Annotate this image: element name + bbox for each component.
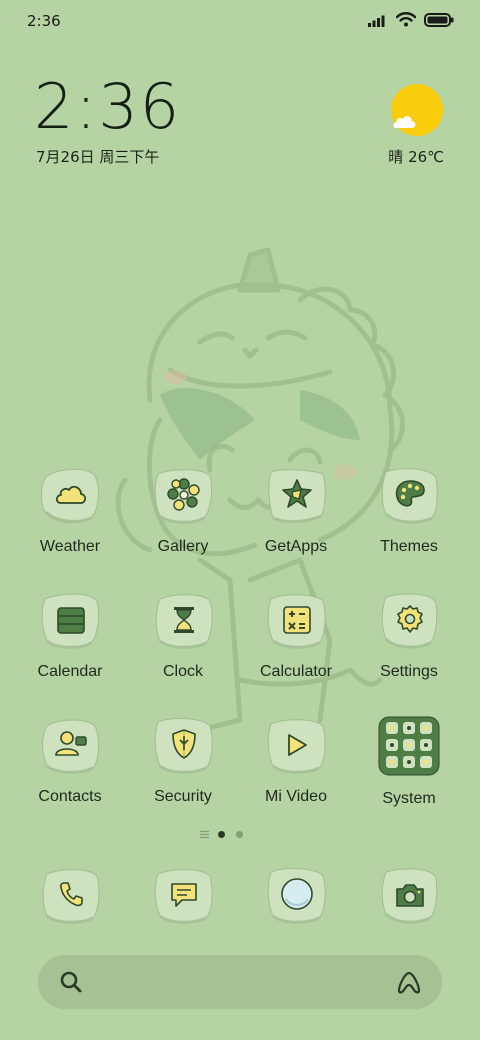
app-getapps[interactable]: GetApps: [241, 466, 351, 556]
app-folder-system[interactable]: System: [354, 716, 464, 808]
page-indicator[interactable]: [0, 829, 480, 841]
dock-messages[interactable]: [128, 866, 238, 924]
app-weather[interactable]: Weather: [15, 466, 125, 556]
app-settings[interactable]: Settings: [354, 591, 464, 681]
calculator-icon: [283, 606, 311, 634]
app-label: Calendar: [37, 663, 103, 680]
page-list-icon: [200, 830, 209, 839]
clock-widget-date[interactable]: 7月26日 周三下午: [36, 146, 159, 167]
browser-icon: [281, 878, 313, 910]
clock-widget-time[interactable]: 2:36: [34, 76, 181, 138]
palette-icon: [395, 480, 425, 507]
app-themes[interactable]: Themes: [354, 466, 464, 556]
flower-icon: [167, 478, 200, 511]
app-contacts[interactable]: Contacts: [15, 716, 125, 806]
status-bar: 2:36: [0, 0, 480, 42]
search-bar[interactable]: [38, 955, 442, 1009]
gear-icon: [397, 605, 423, 633]
camera-icon: [396, 884, 424, 907]
app-label: Mi Video: [265, 788, 327, 805]
app-label: Gallery: [157, 538, 209, 555]
weather-temperature[interactable]: 晴 26℃: [388, 146, 444, 167]
app-label: Clock: [162, 663, 203, 680]
app-label: GetApps: [264, 538, 328, 555]
app-security[interactable]: Security: [128, 716, 238, 806]
app-label: Calculator: [259, 663, 333, 680]
page-dot-active: [218, 831, 225, 838]
assistant-icon[interactable]: [396, 970, 422, 994]
page-dot: [236, 831, 243, 838]
search-icon: [60, 971, 82, 993]
shield-icon: [172, 729, 196, 759]
contact-card-icon: [55, 731, 87, 756]
folder-grid-icon: [378, 716, 440, 776]
dock-phone[interactable]: [15, 866, 125, 924]
app-label: Security: [154, 788, 212, 805]
calendar-icon: [57, 607, 85, 634]
app-clock[interactable]: Clock: [128, 591, 238, 681]
wifi-icon: [396, 12, 416, 27]
app-label: System: [382, 790, 436, 807]
dock-browser[interactable]: [241, 866, 351, 924]
small-cloud-icon: [393, 116, 416, 128]
battery-icon: [424, 12, 454, 27]
phone-icon: [59, 882, 83, 907]
app-label: Themes: [380, 538, 438, 555]
app-label: Weather: [39, 538, 101, 555]
cloud-icon: [55, 485, 87, 504]
hourglass-icon: [174, 607, 194, 633]
status-time: 2:36: [27, 12, 61, 30]
weather-widget[interactable]: [391, 84, 446, 138]
status-icons: [368, 12, 454, 27]
getapps-icon: [282, 479, 312, 508]
app-gallery[interactable]: Gallery: [128, 466, 238, 556]
play-icon: [288, 734, 307, 756]
dock-camera[interactable]: [354, 866, 464, 924]
app-label: Settings: [380, 663, 438, 680]
message-icon: [171, 883, 197, 907]
app-mi-video[interactable]: Mi Video: [241, 716, 351, 806]
app-calendar[interactable]: Calendar: [15, 591, 125, 681]
app-calculator[interactable]: Calculator: [241, 591, 351, 681]
signal-icon: [368, 15, 385, 27]
app-label: Contacts: [38, 788, 102, 805]
